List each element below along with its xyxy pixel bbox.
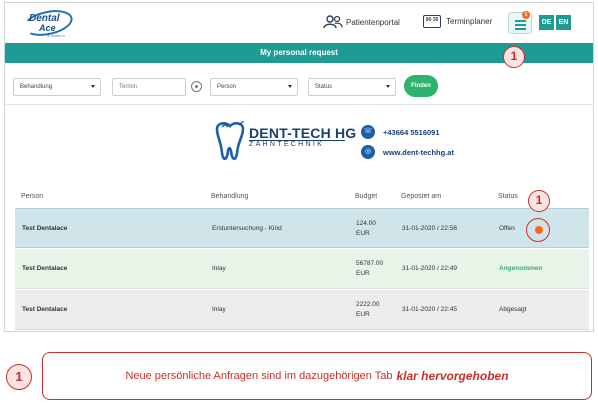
menu-icon-bar-top <box>515 20 526 22</box>
filter-bar: Behandlung Termin Person Status Finden <box>5 63 593 105</box>
website-contact[interactable]: ◎ www.dent-techhg.at <box>361 145 454 159</box>
menu-icon-bar-middle <box>515 24 526 26</box>
calendar-icon: 06·30 <box>423 15 441 28</box>
callout-marker-menu: 1 <box>503 46 525 68</box>
column-header-posted: Gepostet am <box>401 193 442 200</box>
row-person: Test Dentalace <box>22 265 68 272</box>
nav-patient-portal-label: Patientenportal <box>346 17 400 27</box>
status-select-value: Status <box>315 84 333 90</box>
lang-en-button[interactable]: EN <box>556 15 571 30</box>
annotation-note: Neue persönliche Anfragen sind im dazuge… <box>42 352 592 400</box>
row-treatment: Erstuntersuchung - Kind <box>212 225 282 232</box>
row-posted: 31-01-2020 / 22:56 <box>402 225 457 232</box>
row-budget-amount: 56787.00 <box>356 260 384 267</box>
row-budget-amount: 124.00 <box>356 220 376 227</box>
brand-subtitle: ZAHNTECHNIK <box>249 141 325 148</box>
notification-badge: 1 <box>522 11 530 19</box>
person-select-value: Person <box>217 84 237 90</box>
logo-line-3: a Vecteon <box>47 33 65 38</box>
nav-appointment-planner[interactable]: 06·30 Terminplaner <box>423 15 492 28</box>
row-treatment: Inlay <box>212 306 226 313</box>
note-emphasis: klar hervorgehoben <box>396 369 509 383</box>
note-marker: 1 <box>6 364 32 390</box>
column-header-person: Person <box>21 193 44 200</box>
treatment-select-value: Behandlung <box>20 84 53 90</box>
table-row[interactable]: Test Dentalace Erstuntersuchung - Kind 1… <box>15 208 589 248</box>
row-budget-currency: EUR <box>356 270 370 277</box>
treatment-select[interactable]: Behandlung <box>13 78 101 96</box>
column-header-status: Status <box>498 193 518 200</box>
dentalace-logo[interactable]: Dental Ace a Vecteon <box>19 6 77 40</box>
row-budget-currency: EUR <box>356 230 370 237</box>
tooth-logo-icon <box>215 121 245 161</box>
phone-icon: ☏ <box>361 125 375 139</box>
find-button[interactable]: Finden <box>404 75 438 97</box>
chevron-down-icon <box>386 85 390 88</box>
website-url: www.dent-techhg.at <box>383 147 454 157</box>
row-status: Offen <box>499 225 515 232</box>
row-treatment: Inlay <box>212 265 226 272</box>
row-budget-currency: EUR <box>356 311 370 318</box>
column-header-budget: Budget <box>355 193 378 200</box>
callout-ring-status <box>526 218 550 242</box>
column-header-treatment: Behandlung <box>211 193 249 200</box>
row-status: Abgesagt <box>499 306 527 313</box>
appointment-date-input[interactable]: Termin <box>112 78 186 96</box>
row-budget-amount: 2222.00 <box>356 301 380 308</box>
globe-icon: ◎ <box>361 145 375 159</box>
phone-contact[interactable]: ☏ +43664 5516091 <box>361 125 440 139</box>
row-person: Test Dentalace <box>22 225 68 232</box>
app-window: Dental Ace a Vecteon Patientenportal 06·… <box>4 2 594 332</box>
row-posted: 31-01-2020 / 22:45 <box>402 306 457 313</box>
nav-patient-portal[interactable]: Patientenportal <box>323 15 400 29</box>
lang-de-button[interactable]: DE <box>539 15 554 30</box>
table-row[interactable]: Test Dentalace Inlay 2222.00 EUR 31-01-2… <box>15 290 589 330</box>
table-row[interactable]: Test Dentalace Inlay 56787.00 EUR 31-01-… <box>15 249 589 289</box>
chevron-down-icon <box>288 85 292 88</box>
menu-icon-bar-bottom <box>515 28 526 30</box>
note-text: Neue persönliche Anfragen sind im dazuge… <box>125 370 393 382</box>
row-status: Angenommen <box>499 265 543 272</box>
status-select[interactable]: Status <box>308 78 396 96</box>
appointment-date-placeholder: Termin <box>119 84 138 90</box>
callout-marker-status: 1 <box>528 190 550 212</box>
patients-icon <box>323 15 343 29</box>
chevron-down-icon <box>91 85 95 88</box>
top-header: Dental Ace a Vecteon Patientenportal 06·… <box>5 3 593 43</box>
hamburger-menu-button[interactable]: 1 <box>508 11 532 34</box>
logo-line-2: Ace <box>39 23 56 33</box>
nav-appointment-planner-label: Terminplaner <box>446 17 493 26</box>
provider-brand: DENT-TECH HG ZAHNTECHNIK <box>213 121 357 165</box>
clock-icon[interactable] <box>191 81 202 92</box>
row-person: Test Dentalace <box>22 306 68 313</box>
brand-name: DENT-TECH HG <box>249 125 357 141</box>
phone-number: +43664 5516091 <box>383 127 440 137</box>
row-posted: 31-01-2020 / 22:49 <box>402 265 457 272</box>
person-select[interactable]: Person <box>210 78 298 96</box>
